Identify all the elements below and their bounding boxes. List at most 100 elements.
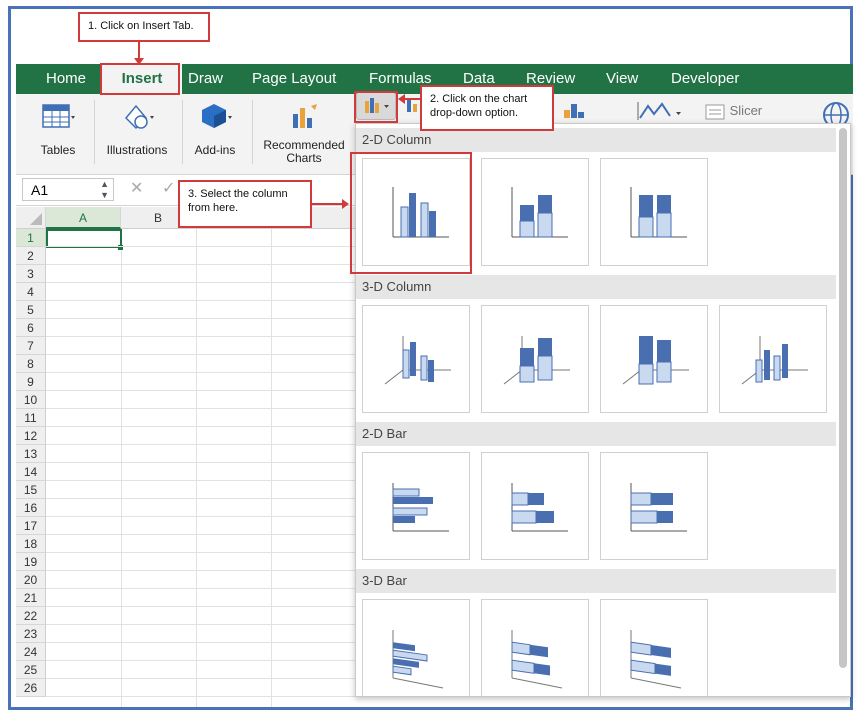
stacked-column-option[interactable]	[481, 158, 589, 266]
3d-clustered-bar-icon	[392, 630, 444, 689]
recommended-charts-button[interactable]: Recommended Charts	[260, 102, 348, 165]
grid-line	[46, 516, 356, 517]
3d-percent-stacked-bar-icon	[630, 630, 682, 689]
illustrations-label: Illustrations	[106, 143, 168, 157]
addins-label: Add-ins	[194, 143, 236, 157]
bar-chart-icon[interactable]	[405, 98, 421, 114]
row-header-5[interactable]: 5	[16, 301, 46, 319]
grid-line	[46, 444, 356, 445]
tab-view[interactable]: View	[596, 64, 648, 94]
grid-line	[46, 318, 356, 319]
percent-stacked-bar-icon	[630, 483, 687, 532]
dropdown-scrollbar[interactable]	[839, 128, 847, 668]
sparkline-button[interactable]	[636, 100, 686, 122]
grid-line	[46, 606, 356, 607]
grid-line	[46, 552, 356, 553]
grid-line	[46, 372, 356, 373]
3d-stacked-column-icon	[503, 336, 570, 385]
3d-stacked-bar-option[interactable]	[481, 599, 589, 696]
row-header-16[interactable]: 16	[16, 499, 46, 517]
row-header-8[interactable]: 8	[16, 355, 46, 373]
slicer-label: Slicer	[729, 103, 763, 118]
row-header-20[interactable]: 20	[16, 571, 46, 589]
chart-button-highlight	[354, 91, 398, 123]
3d-clustered-column-option[interactable]	[362, 305, 470, 413]
callout-step1: 1. Click on Insert Tab.	[78, 12, 210, 42]
confirm-icon[interactable]: ✓	[162, 178, 175, 198]
slicer-button[interactable]: Slicer	[704, 100, 804, 122]
column-header-a[interactable]: A	[46, 207, 121, 229]
row-header-4[interactable]: 4	[16, 283, 46, 301]
row-header-15[interactable]: 15	[16, 481, 46, 499]
grid-line	[46, 408, 356, 409]
grid-line	[46, 264, 356, 265]
stacked-column-icon	[511, 187, 568, 238]
grid-line	[46, 570, 356, 571]
tables-button[interactable]: Tables	[34, 102, 82, 157]
slicer-icon	[705, 104, 725, 120]
tables-label: Tables	[40, 143, 76, 157]
3d-clustered-bar-option[interactable]	[362, 599, 470, 696]
row-header-3[interactable]: 3	[16, 265, 46, 283]
callout-step2: 2. Click on the chart drop-down option.	[420, 85, 554, 131]
table-icon	[42, 104, 75, 128]
callout-step2-arrow	[398, 94, 405, 104]
3d-column-option[interactable]	[719, 305, 827, 413]
3d-stacked-column-option[interactable]	[481, 305, 589, 413]
percent-stacked-bar-option[interactable]	[600, 452, 708, 560]
callout-step3: 3. Select the column from here.	[178, 180, 312, 228]
row-header-23[interactable]: 23	[16, 625, 46, 643]
cancel-icon[interactable]: ✕	[130, 178, 143, 198]
3d-percent-stacked-bar-option[interactable]	[600, 599, 708, 696]
row-header-13[interactable]: 13	[16, 445, 46, 463]
section-2d-column: 2-D Column	[356, 128, 836, 152]
clustered-bar-icon	[392, 483, 449, 532]
tab-page-layout[interactable]: Page Layout	[242, 64, 346, 94]
grid-line	[46, 426, 356, 427]
addins-button[interactable]: Add-ins	[190, 102, 240, 157]
row-header-2[interactable]: 2	[16, 247, 46, 265]
grid-line	[46, 624, 356, 625]
callout-step1-arrow	[134, 58, 144, 65]
recommended-charts-icon	[293, 104, 317, 128]
name-box[interactable]: A1 ▲ ▼	[22, 178, 114, 201]
percent-stacked-column-icon	[630, 187, 687, 238]
row-header-19[interactable]: 19	[16, 553, 46, 571]
row-header-9[interactable]: 9	[16, 373, 46, 391]
percent-stacked-column-option[interactable]	[600, 158, 708, 266]
illustrations-button[interactable]: Illustrations	[102, 102, 172, 157]
clustered-bar-option[interactable]	[362, 452, 470, 560]
callout-step3-arrow	[342, 199, 349, 209]
row-header-26[interactable]: 26	[16, 679, 46, 697]
grid-line	[46, 336, 356, 337]
grid-line	[46, 498, 356, 499]
clustered-column-highlight	[350, 152, 472, 274]
row-header-14[interactable]: 14	[16, 463, 46, 481]
row-header-22[interactable]: 22	[16, 607, 46, 625]
row-header-10[interactable]: 10	[16, 391, 46, 409]
row-header-7[interactable]: 7	[16, 337, 46, 355]
tab-draw[interactable]: Draw	[178, 64, 233, 94]
row-header-25[interactable]: 25	[16, 661, 46, 679]
grid-line	[46, 390, 356, 391]
row-header-21[interactable]: 21	[16, 589, 46, 607]
tab-home[interactable]: Home	[36, 64, 96, 94]
grid-line	[46, 462, 356, 463]
row-header-6[interactable]: 6	[16, 319, 46, 337]
row-header-24[interactable]: 24	[16, 643, 46, 661]
row-header-11[interactable]: 11	[16, 409, 46, 427]
stacked-bar-option[interactable]	[481, 452, 589, 560]
row-header-18[interactable]: 18	[16, 535, 46, 553]
grid-line	[46, 642, 356, 643]
row-header-12[interactable]: 12	[16, 427, 46, 445]
name-box-stepper-icon[interactable]: ▲ ▼	[100, 179, 109, 201]
3d-clustered-column-icon	[384, 336, 451, 385]
select-all-corner[interactable]	[16, 207, 46, 229]
row-header-17[interactable]: 17	[16, 517, 46, 535]
statistic-chart-icon[interactable]	[562, 102, 590, 118]
tab-developer[interactable]: Developer	[661, 64, 749, 94]
3d-percent-stacked-column-icon	[622, 336, 689, 385]
row-header-1[interactable]: 1	[16, 229, 46, 247]
3d-percent-stacked-column-option[interactable]	[600, 305, 708, 413]
addins-icon	[202, 104, 232, 128]
